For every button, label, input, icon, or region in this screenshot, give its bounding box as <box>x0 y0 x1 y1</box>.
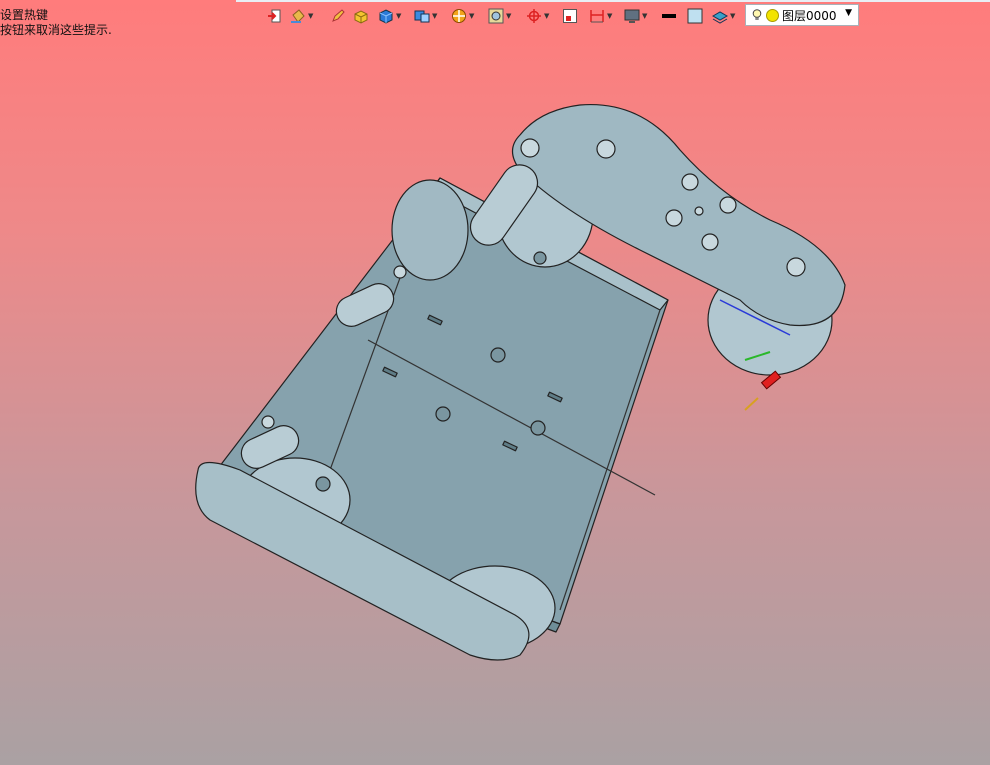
wheel <box>391 179 469 281</box>
screw <box>596 139 616 159</box>
screw <box>719 196 737 214</box>
mount-hole <box>530 420 546 436</box>
mount-hole <box>393 265 407 279</box>
screw <box>665 209 683 227</box>
mount-hole <box>490 347 506 363</box>
mount-hole <box>315 476 331 492</box>
screw <box>701 233 719 251</box>
screw <box>694 206 704 216</box>
mount-hole <box>261 415 275 429</box>
screw <box>681 173 699 191</box>
screw <box>520 138 540 158</box>
mount-hole <box>435 406 451 422</box>
3d-model[interactable] <box>0 0 990 765</box>
mount-hole <box>533 251 547 265</box>
screw <box>786 257 806 277</box>
